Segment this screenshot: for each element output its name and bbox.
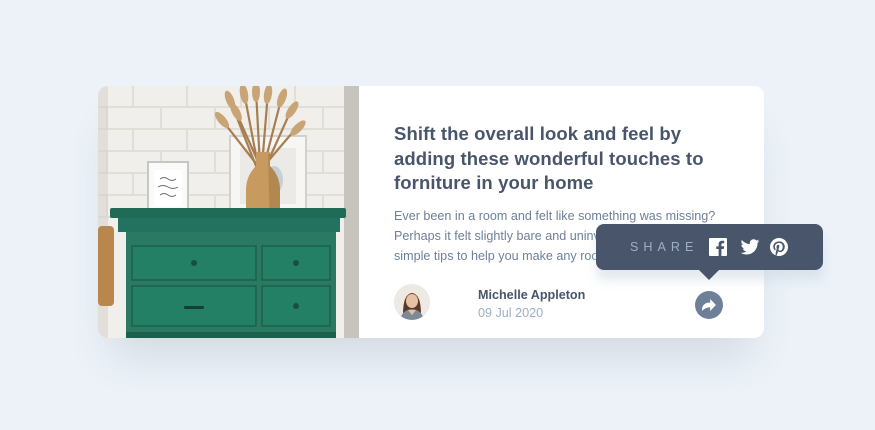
share-tooltip: SHARE — [596, 224, 823, 280]
author-info: Michelle Appleton 09 Jul 2020 — [394, 284, 724, 320]
share-button[interactable] — [695, 291, 723, 319]
pinterest-icon[interactable] — [770, 238, 788, 256]
drawers-photo — [98, 86, 359, 338]
share-label: SHARE — [630, 240, 699, 254]
publish-date: 09 Jul 2020 — [478, 306, 544, 320]
author-name: Michelle Appleton — [478, 288, 586, 302]
article-preview-card: Shift the overall look and feel by addin… — [98, 86, 764, 338]
share-icon — [702, 299, 716, 311]
author-avatar — [394, 284, 430, 320]
article-title[interactable]: Shift the overall look and feel by addin… — [394, 122, 724, 196]
facebook-icon[interactable] — [709, 238, 727, 256]
twitter-icon[interactable] — [740, 239, 760, 255]
